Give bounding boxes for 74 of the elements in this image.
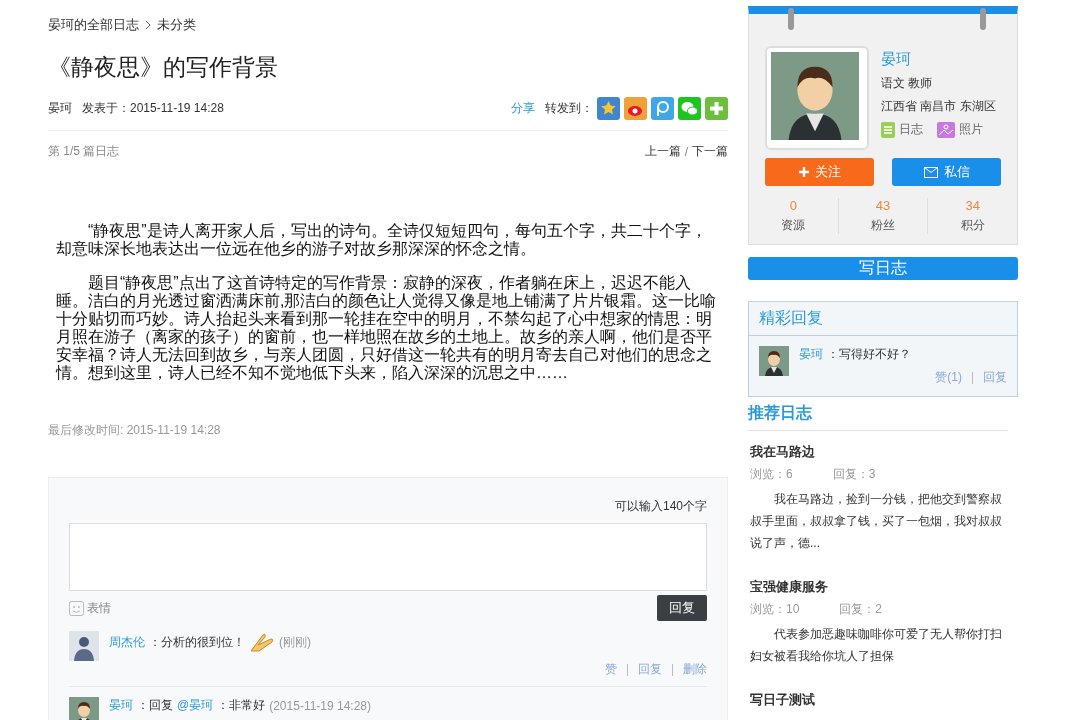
article-paragraph: “静夜思”是诗人离开家人后，写出的诗句。全诗仅短短四句，每句五个字，共二十个字，却意味深长地表达出一位远在他乡的游子对故乡那深深的怀念之情。	[55, 222, 708, 258]
document-icon	[881, 121, 895, 138]
modified-time: 最后修改时间: 2015-11-19 14:28	[48, 422, 222, 439]
comment-action-link[interactable]: 赞	[605, 661, 617, 678]
stat-value: 34	[965, 198, 980, 213]
emoji-button[interactable]: 表情	[87, 599, 111, 617]
profile-subject: 语文 教师	[881, 75, 934, 92]
view-count: 浏览：10	[750, 601, 800, 618]
envelope-icon	[923, 166, 938, 178]
view-count: 浏览：6	[750, 466, 793, 483]
stat-label: 资源	[781, 217, 806, 234]
reply-text: ：写得好不好？	[827, 346, 911, 363]
reply-author[interactable]: 晏珂	[799, 346, 823, 363]
journal-excerpt: 代表参加恶趣味咖啡你可爱了无人帮你打扫妇女被看我给你坑人了担保	[750, 626, 1003, 665]
breadcrumb-link[interactable]: 未分类	[157, 16, 196, 34]
next-link[interactable]: 下一篇	[692, 143, 728, 160]
breadcrumb-link[interactable]: 晏珂的全部日志	[48, 16, 139, 34]
reply-count: 回复：3	[832, 466, 876, 483]
write-journal-button[interactable]: 写日志	[748, 257, 1018, 280]
comment-time: (2015-11-19 14:28)	[269, 698, 372, 713]
stat-value: 0	[789, 198, 797, 213]
binder-ring-icon	[979, 8, 987, 30]
message-button[interactable]: 私信	[892, 158, 1001, 186]
divider	[627, 663, 628, 676]
article-paragraph: 题目“静夜思”点出了这首诗特定的写作背景：寂静的深夜，作者躺在床上，迟迟不能入睡。洁白的月光透过窗洒满床前,那洁白的颜色让人觉得又像是地上铺满了片片银霜。这一比喻十分贴切而巧妙。诗人抬起头来看到那一轮挂在空中的明月，不禁勾起了心中想家的情思：明月照在游子（离家的孩子）的窗前，也一样地照在故乡的土地上。故乡的亲人啊，他们是否平安幸福？诗人无法回到故乡，与亲人团圆，只好借这一轮共有的明月寄去自己对他们的思念之情。想到这里，诗人已经不知不觉地低下头来，陷入深深的沉思之中……	[54, 274, 718, 382]
panel-title: 精彩回复	[759, 309, 823, 326]
profile-location: 江西省 南昌市 东湖区	[881, 98, 996, 115]
smiley-icon[interactable]	[69, 600, 84, 616]
profile-link[interactable]: 照片	[959, 121, 983, 138]
author-name[interactable]: 晏珂	[48, 100, 72, 117]
comment-input[interactable]	[69, 523, 707, 591]
comment-action-link[interactable]: 删除	[683, 661, 707, 678]
comment-time: (刚刚)	[279, 633, 311, 651]
comment-text: ：分析的很到位！	[149, 633, 245, 651]
comment-text: ：非常好	[217, 697, 266, 714]
avatar	[759, 346, 789, 376]
section-title: 推荐日志	[748, 404, 812, 421]
stat-label: 粉丝	[871, 217, 895, 234]
journal-excerpt: 我在马路边，捡到一分钱，把他交到警察叔叔手里面，叔叔拿了钱，买了一包烟，我对叔叔说了声，德...	[750, 491, 1003, 552]
article-position: 第 1/5 篇日志	[48, 143, 120, 160]
mention-link[interactable]: @晏珂	[177, 697, 214, 714]
chat-bubbles-icon[interactable]	[678, 97, 701, 120]
binder-ring-icon	[787, 8, 795, 30]
like-link[interactable]: 赞(1)	[935, 369, 962, 386]
forward-label: 转发到：	[545, 100, 593, 117]
plus-icon[interactable]	[705, 97, 728, 120]
stat-value: 43	[875, 198, 891, 213]
comment-author[interactable]: 晏珂	[109, 697, 133, 714]
stat-label: 积分	[960, 217, 985, 234]
nav-separator: /	[684, 144, 688, 159]
reply-link[interactable]: 回复	[983, 369, 1007, 386]
article-title: 《静夜思》的写作背景	[48, 53, 279, 82]
comment-author[interactable]: 周杰伦	[109, 633, 145, 651]
previous-link[interactable]: 上一篇	[644, 143, 681, 160]
post-date: 发表于：2015-11-19 14:28	[82, 100, 224, 117]
journal-title[interactable]: 写日子测试	[750, 691, 1008, 709]
comment-text: ：回复	[137, 697, 173, 714]
plus-icon	[798, 167, 809, 177]
chevron-right-icon	[145, 20, 151, 30]
reply-button[interactable]: 回复	[657, 595, 707, 621]
image-icon	[937, 121, 955, 138]
char-counter: 可以输入140个字	[614, 498, 707, 515]
p-logo-icon[interactable]	[651, 97, 674, 120]
journal-title[interactable]: 我在马路边	[750, 443, 1008, 461]
reply-count: 回复：2	[839, 601, 883, 618]
profile-name[interactable]: 晏珂	[881, 50, 996, 69]
comment-action-link[interactable]: 回复	[638, 661, 662, 678]
divider	[672, 663, 673, 676]
divider	[972, 371, 973, 384]
profile-link[interactable]: 日志	[899, 121, 923, 138]
journal-title[interactable]: 宝强健康服务	[750, 578, 1008, 596]
person-silhouette-avatar	[69, 631, 99, 661]
follow-button[interactable]: 关注	[765, 158, 874, 186]
share-link[interactable]: 分享	[511, 100, 535, 117]
